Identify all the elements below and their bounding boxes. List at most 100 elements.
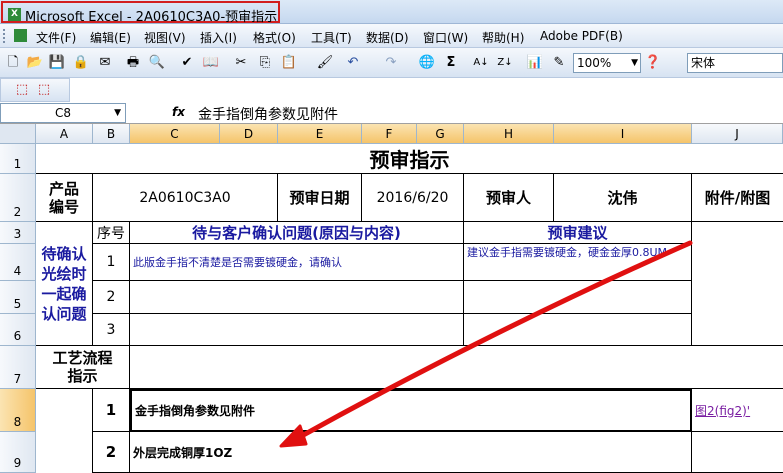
- row-header-4[interactable]: 4: [0, 244, 36, 281]
- step-2-text[interactable]: 外层完成铜厚1OZ: [130, 432, 692, 473]
- row-header-1[interactable]: 1: [0, 144, 36, 174]
- name-box[interactable]: C8 ▼: [0, 103, 126, 123]
- column-header-g[interactable]: G: [417, 124, 464, 144]
- step-2-no[interactable]: 2: [93, 432, 130, 473]
- review-date-value[interactable]: 2016/6/20: [362, 174, 464, 222]
- menu-adobe-pdf[interactable]: Adobe PDF(B): [540, 29, 623, 43]
- paste-icon[interactable]: 📋: [280, 54, 298, 72]
- process-label[interactable]: 工艺流程 指示: [36, 346, 130, 389]
- sort-descending-icon[interactable]: Z↓: [496, 54, 514, 72]
- print-icon[interactable]: 🖶: [124, 54, 142, 72]
- advice-1-text[interactable]: 建议金手指需要镀硬金，硬金金厚0.8UM: [464, 244, 692, 281]
- column-header-f[interactable]: F: [362, 124, 417, 144]
- fx-icon[interactable]: fx: [172, 105, 185, 119]
- issue-2-no[interactable]: 2: [93, 281, 130, 314]
- advice-2-text[interactable]: [464, 281, 692, 314]
- standard-toolbar: 🗋 📂 💾 🔒 ✉ 🖶 🔍 ✔ 📖 ✂ ⎘ 📋 🖌 ↶ ↷ 🌐 Σ A↓ Z↓ …: [0, 48, 783, 78]
- step-1-link[interactable]: 图2(fig2)': [692, 389, 783, 432]
- menu-insert[interactable]: 插入(I): [200, 29, 237, 46]
- excel-app-icon: X: [8, 8, 21, 21]
- step-1-no[interactable]: 1: [93, 389, 130, 432]
- undo-icon[interactable]: ↶: [344, 54, 362, 72]
- menu-format[interactable]: 格式(O): [253, 29, 296, 46]
- menu-tools[interactable]: 工具(T): [311, 29, 352, 46]
- product-code[interactable]: 2A0610C3A0: [93, 174, 278, 222]
- new-icon[interactable]: 🗋: [4, 54, 22, 72]
- help-icon[interactable]: ❓: [644, 54, 662, 72]
- chevron-down-icon[interactable]: ▼: [631, 54, 638, 72]
- copy-icon[interactable]: ⎘: [256, 54, 274, 72]
- permission-icon[interactable]: 🔒: [72, 54, 90, 72]
- sheet-title[interactable]: 预审指示: [36, 144, 783, 174]
- spelling-icon[interactable]: ✔: [178, 54, 196, 72]
- name-box-value: C8: [54, 106, 71, 120]
- menu-view[interactable]: 视图(V): [144, 29, 186, 46]
- attachment-cell[interactable]: [692, 222, 783, 346]
- issue-1-text[interactable]: 此版金手指不清楚是否需要镀硬金，请确认: [130, 244, 464, 281]
- issue-3-text[interactable]: [130, 314, 464, 346]
- row-header-9[interactable]: 9: [0, 432, 36, 473]
- row-header-5[interactable]: 5: [0, 281, 36, 314]
- open-icon[interactable]: 📂: [26, 54, 44, 72]
- column-header-h[interactable]: H: [464, 124, 554, 144]
- pdf-toolbar: ⬚ ⬚: [0, 78, 70, 102]
- chart-wizard-icon[interactable]: 📊: [526, 54, 544, 72]
- sort-ascending-icon[interactable]: A↓: [472, 54, 490, 72]
- pdf-email-icon[interactable]: ⬚: [35, 81, 53, 99]
- process-left-blank[interactable]: [36, 389, 93, 473]
- menu-data[interactable]: 数据(D): [366, 29, 409, 46]
- email-icon[interactable]: ✉: [96, 54, 114, 72]
- column-header-c[interactable]: C: [130, 124, 220, 144]
- cut-icon[interactable]: ✂: [232, 54, 250, 72]
- excel-doc-icon[interactable]: [14, 29, 27, 42]
- research-icon[interactable]: 📖: [202, 54, 220, 72]
- formula-input[interactable]: 金手指倒角参数见附件: [198, 104, 338, 124]
- menu-file[interactable]: 文件(F): [36, 29, 76, 46]
- process-header-blank[interactable]: [130, 346, 783, 389]
- column-header-b[interactable]: B: [93, 124, 130, 144]
- drawing-icon[interactable]: ✎: [550, 54, 568, 72]
- format-painter-icon[interactable]: 🖌: [316, 54, 334, 72]
- column-header-j[interactable]: J: [692, 124, 783, 144]
- menu-help[interactable]: 帮助(H): [482, 29, 524, 46]
- zoom-value: 100%: [577, 56, 612, 70]
- row-header-8[interactable]: 8: [0, 389, 36, 432]
- select-all-corner[interactable]: [0, 124, 36, 144]
- column-header-d[interactable]: D: [220, 124, 278, 144]
- pdf-convert-icon[interactable]: ⬚: [13, 81, 31, 99]
- redo-icon[interactable]: ↷: [382, 54, 400, 72]
- review-date-label[interactable]: 预审日期: [278, 174, 362, 222]
- hyperlink-icon[interactable]: 🌐: [418, 54, 436, 72]
- advice-3-text[interactable]: [464, 314, 692, 346]
- autosum-icon[interactable]: Σ: [442, 54, 460, 72]
- column-header-i[interactable]: I: [554, 124, 692, 144]
- column-header-a[interactable]: A: [36, 124, 93, 144]
- row-header-6[interactable]: 6: [0, 314, 36, 346]
- seq-header[interactable]: 序号: [93, 222, 130, 244]
- issues-header[interactable]: 待与客户确认问题(原因与内容): [130, 222, 464, 244]
- issue-1-no[interactable]: 1: [93, 244, 130, 281]
- chevron-down-icon[interactable]: ▼: [114, 104, 121, 122]
- issue-2-text[interactable]: [130, 281, 464, 314]
- zoom-select[interactable]: 100% ▼: [573, 53, 641, 73]
- reviewer-value[interactable]: 沈伟: [554, 174, 692, 222]
- confirm-issues-label[interactable]: 待确认 光绘时 一起确 认问题: [36, 222, 93, 346]
- row-header-2[interactable]: 2: [0, 174, 36, 222]
- advice-header[interactable]: 预审建议: [464, 222, 692, 244]
- save-icon[interactable]: 💾: [48, 54, 66, 72]
- font-select[interactable]: 宋体: [687, 53, 783, 73]
- product-label[interactable]: 产品 编号: [36, 174, 93, 222]
- attachment-label[interactable]: 附件/附图: [692, 174, 783, 222]
- print-preview-icon[interactable]: 🔍: [148, 54, 166, 72]
- row-header-7[interactable]: 7: [0, 346, 36, 389]
- menu-window[interactable]: 窗口(W): [423, 29, 468, 46]
- issue-3-no[interactable]: 3: [93, 314, 130, 346]
- column-header-e[interactable]: E: [278, 124, 362, 144]
- worksheet-grid[interactable]: A B C D E F G H I J 1 2 3 4 5 6 7 8 9 预审…: [0, 124, 783, 473]
- window-title: Microsoft Excel - 2A0610C3A0-预审指示: [25, 10, 278, 25]
- menu-edit[interactable]: 编辑(E): [90, 29, 131, 46]
- reviewer-label[interactable]: 预审人: [464, 174, 554, 222]
- step-1-text[interactable]: 金手指倒角参数见附件: [130, 389, 692, 432]
- step-2-attachment[interactable]: [692, 432, 783, 473]
- row-header-3[interactable]: 3: [0, 222, 36, 244]
